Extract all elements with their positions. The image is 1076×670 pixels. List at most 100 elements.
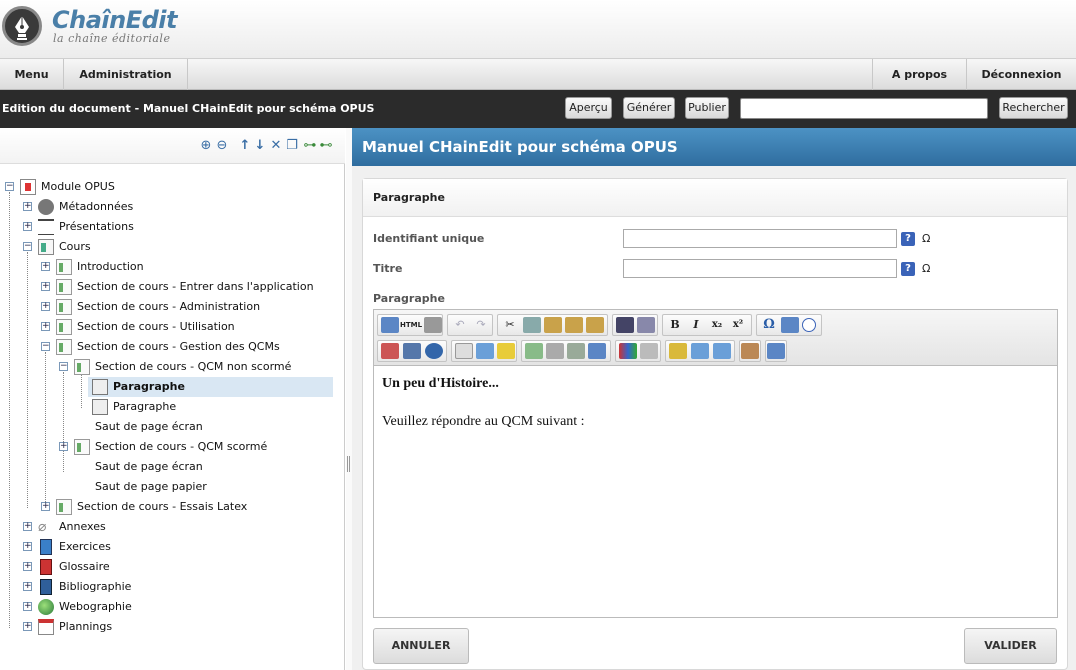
title-special-char-icon[interactable]: Ω — [922, 262, 930, 275]
tree-node-glossaire[interactable]: + Glossaire — [0, 557, 340, 577]
tree-node-section-administration[interactable]: + Section de cours - Administration — [0, 297, 340, 317]
tree-node-paragraphe[interactable]: Paragraphe — [88, 397, 333, 417]
publish-button[interactable]: Publier — [685, 97, 729, 119]
tree-node-section-essais-latex[interactable]: + Section de cours - Essais Latex — [0, 497, 340, 517]
toolbar-group-clipboard: ✂ — [497, 314, 608, 336]
italic-icon[interactable]: I — [687, 317, 705, 333]
id-help-icon[interactable]: ? — [901, 232, 915, 246]
about-link[interactable]: A propos — [872, 59, 967, 90]
paragraph-icon — [92, 379, 108, 395]
glossary-icon — [40, 559, 52, 575]
zoom-out-icon[interactable]: ⊖ — [215, 138, 229, 154]
save-doc-icon[interactable] — [588, 343, 606, 359]
superscript-icon[interactable]: x² — [729, 317, 747, 333]
logout-link[interactable]: Déconnexion — [967, 59, 1076, 90]
tree-node-saut-page-papier[interactable]: Saut de page papier — [0, 477, 340, 497]
checkbox-icon[interactable] — [567, 343, 585, 359]
tree-node-module-opus[interactable]: − Module OPUS — [0, 177, 340, 197]
tree-node-saut-page-ecran[interactable]: Saut de page écran — [0, 417, 340, 437]
clip-icon[interactable] — [640, 343, 658, 359]
copy-icon[interactable] — [523, 317, 541, 333]
tree-node-annexes[interactable]: + ⌀ Annexes — [0, 517, 340, 537]
find-icon[interactable] — [616, 317, 634, 333]
document-icon — [56, 319, 72, 335]
tree-node-cours[interactable]: − Cours — [0, 237, 340, 257]
paste-word-icon[interactable] — [586, 317, 604, 333]
date-icon[interactable] — [781, 317, 799, 333]
tree-node-introduction[interactable]: + Introduction — [0, 257, 340, 277]
delete-icon[interactable]: ✕ — [269, 138, 283, 154]
cut-icon[interactable]: ✂ — [501, 317, 519, 333]
editor-toolbar: HTML ↶ ↷ ✂ B I x₂ x² Ω — [374, 310, 1057, 366]
generate-button[interactable]: Générer — [623, 97, 675, 119]
title-help-icon[interactable]: ? — [901, 262, 915, 276]
globe-link-icon[interactable] — [425, 343, 443, 359]
content-heading: Un peu d'Histoire... — [382, 376, 499, 391]
block-blue-icon[interactable] — [403, 343, 421, 359]
cancel-button[interactable]: ANNULER — [373, 628, 469, 664]
insert-image-icon[interactable] — [525, 343, 543, 359]
flask-icon[interactable] — [546, 343, 564, 359]
presentation-icon — [38, 219, 54, 235]
id-special-char-icon[interactable]: Ω — [922, 232, 930, 245]
move-down-icon[interactable]: ↓ — [253, 138, 267, 154]
source-icon[interactable] — [381, 317, 399, 333]
redo-icon[interactable]: ↷ — [472, 317, 490, 333]
maximize-icon[interactable] — [767, 343, 785, 359]
bold-icon[interactable]: B — [666, 317, 684, 333]
anchor-icon[interactable] — [497, 343, 515, 359]
tree-node-section-gestion-qcms[interactable]: − Section de cours - Gestion des QCMs — [0, 337, 340, 357]
document-title: Edition du document - Manuel CHainEdit p… — [2, 102, 375, 115]
tree-node-section-qcm-scorme[interactable]: + Section de cours - QCM scormé — [0, 437, 340, 457]
tree-node-section-utilisation[interactable]: + Section de cours - Utilisation — [0, 317, 340, 337]
copy-icon[interactable]: ❐ — [285, 138, 299, 154]
menu-button[interactable]: Menu — [0, 59, 64, 90]
tree-node-section-qcm-non-scorme[interactable]: − Section de cours - QCM non scormé — [0, 357, 340, 377]
search-input[interactable] — [740, 98, 988, 119]
toolbar-group-blocks — [377, 340, 447, 362]
tree-node-metadonnees[interactable]: + Métadonnées — [0, 197, 340, 217]
replace-icon[interactable] — [637, 317, 655, 333]
zoom-in-icon[interactable]: ⊕ — [199, 138, 213, 154]
paragraph-icon — [92, 399, 108, 415]
tree-node-plannings[interactable]: + Plannings — [0, 617, 340, 637]
administration-menu[interactable]: Administration — [64, 59, 188, 90]
document-icon — [56, 279, 72, 295]
editor-content[interactable]: Un peu d'Histoire... Veuillez répondre a… — [382, 376, 585, 430]
move-up-icon[interactable]: ↑ — [238, 138, 252, 154]
id-input[interactable] — [623, 229, 897, 248]
preview-button[interactable]: Aperçu — [565, 97, 612, 119]
formula-edit-icon[interactable] — [691, 343, 709, 359]
tree-node-section-entrer[interactable]: + Section de cours - Entrer dans l'appli… — [0, 277, 340, 297]
tree-node-webographie[interactable]: + Webographie — [0, 597, 340, 617]
undo-icon[interactable]: ↶ — [451, 317, 469, 333]
tree-node-paragraphe-selected[interactable]: Paragraphe — [88, 377, 333, 397]
splitter-grip-icon[interactable] — [347, 456, 350, 472]
add-sibling-icon[interactable]: ⊷ — [319, 138, 333, 154]
add-child-icon[interactable]: ⊶ — [303, 138, 317, 154]
search-button[interactable]: Rechercher — [999, 97, 1068, 119]
time-icon[interactable] — [802, 318, 816, 332]
insert-document-icon[interactable] — [455, 343, 473, 359]
tree-node-presentations[interactable]: + Présentations — [0, 217, 340, 237]
paste-text-icon[interactable] — [565, 317, 583, 333]
tree-node-exercices[interactable]: + Exercices — [0, 537, 340, 557]
refresh-icon[interactable] — [713, 343, 731, 359]
external-link-icon[interactable] — [476, 343, 494, 359]
paste-icon[interactable] — [544, 317, 562, 333]
title-input[interactable] — [623, 259, 897, 278]
toolbar-group-math — [665, 340, 735, 362]
validate-button[interactable]: VALIDER — [964, 628, 1057, 664]
block-red-icon[interactable] — [381, 343, 399, 359]
formula-icon[interactable] — [669, 343, 687, 359]
picture-icon[interactable] — [741, 343, 759, 359]
tree-node-saut-page-ecran-2[interactable]: Saut de page écran — [0, 457, 340, 477]
document-header: Manuel CHainEdit pour schéma OPUS — [352, 128, 1076, 166]
tree-node-bibliographie[interactable]: + Bibliographie — [0, 577, 340, 597]
shapes-icon[interactable] — [619, 343, 637, 359]
subscript-icon[interactable]: x₂ — [708, 317, 726, 333]
toolbar-group-source: HTML — [377, 314, 443, 336]
special-char-icon[interactable]: Ω — [760, 317, 778, 333]
print-icon[interactable] — [424, 317, 442, 333]
html-icon[interactable]: HTML — [400, 317, 422, 333]
